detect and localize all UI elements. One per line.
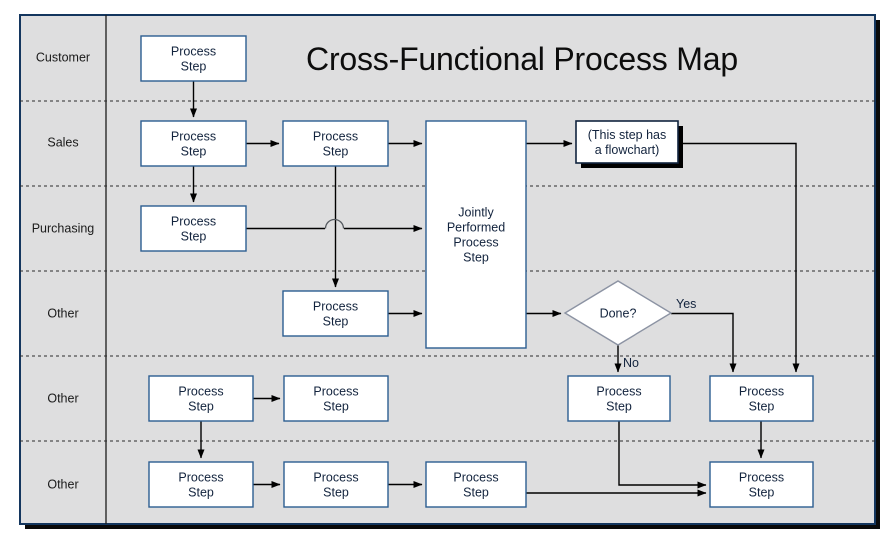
box-shape-n12[interactable] — [709, 375, 814, 422]
node-label-n16-line-0: Process — [739, 471, 784, 485]
node-label-n3-line-0: Process — [313, 130, 358, 144]
node-n15[interactable]: ProcessStep — [425, 461, 527, 508]
node-label-n12-line-0: Process — [739, 385, 784, 399]
node-label-n7-line-0: (This step has — [588, 128, 667, 142]
lane-label-lane-purchasing: Purchasing — [32, 221, 95, 235]
node-n14[interactable]: ProcessStep — [283, 461, 389, 508]
box-shape-n11[interactable] — [567, 375, 671, 422]
box-shape-n5[interactable] — [282, 290, 389, 337]
node-label-n6-line-2: Process — [453, 236, 498, 250]
box-shape-n10[interactable] — [283, 375, 389, 422]
node-n16[interactable]: ProcessStep — [709, 461, 814, 508]
node-n12[interactable]: ProcessStep — [709, 375, 814, 422]
node-label-n9-line-1: Step — [188, 400, 214, 414]
node-label-n3-line-1: Step — [323, 145, 349, 159]
process-map-canvas: Customer Sales Purchasing Other Other Other C… — [0, 0, 896, 540]
node-label-n6-line-0: Jointly — [458, 206, 494, 220]
node-label-n6-line-3: Step — [463, 251, 489, 265]
node-n6[interactable]: JointlyPerformedProcessStep — [425, 120, 527, 349]
lane-label-lane-sales: Sales — [47, 135, 78, 149]
node-label-n1-line-1: Step — [181, 60, 207, 74]
node-n9[interactable]: ProcessStep — [148, 375, 254, 422]
box-shape-n2[interactable] — [140, 120, 247, 167]
node-label-n15-line-1: Step — [463, 486, 489, 500]
node-label-n14-line-0: Process — [313, 471, 358, 485]
box-shape-n14[interactable] — [283, 461, 389, 508]
node-label-n5-line-0: Process — [313, 300, 358, 314]
box-shape-n9[interactable] — [148, 375, 254, 422]
node-label-n15-line-0: Process — [453, 471, 498, 485]
node-label-n6-line-1: Performed — [447, 221, 505, 235]
node-label-n9-line-0: Process — [178, 385, 223, 399]
node-label-n4-line-1: Step — [181, 230, 207, 244]
node-n13[interactable]: ProcessStep — [148, 461, 254, 508]
node-label-n16-line-1: Step — [749, 486, 775, 500]
box-shape-n16[interactable] — [709, 461, 814, 508]
node-label-n5-line-1: Step — [323, 315, 349, 329]
node-label-n2-line-0: Process — [171, 130, 216, 144]
node-label-n8-line-0: Done? — [600, 307, 637, 321]
edge-no: No — [623, 356, 639, 370]
node-n3[interactable]: ProcessStep — [282, 120, 389, 167]
node-label-n1-line-0: Process — [171, 45, 216, 59]
node-n2[interactable]: ProcessStep — [140, 120, 247, 167]
lane-label-lane-other-3: Other — [47, 477, 78, 491]
node-n7[interactable]: (This step hasa flowchart) — [575, 120, 683, 168]
node-label-n7-line-1: a flowchart) — [595, 143, 660, 157]
node-n10[interactable]: ProcessStep — [283, 375, 389, 422]
node-n1[interactable]: ProcessStep — [140, 35, 247, 82]
lane-label-lane-other-2: Other — [47, 391, 78, 405]
node-n5[interactable]: ProcessStep — [282, 290, 389, 337]
box-shape-n13[interactable] — [148, 461, 254, 508]
node-label-n10-line-1: Step — [323, 400, 349, 414]
node-label-n11-line-0: Process — [596, 385, 641, 399]
swimlane-diagram-svg: Customer Sales Purchasing Other Other Other C… — [19, 14, 880, 529]
box-shape-n6[interactable] — [425, 120, 527, 349]
edge-yes: Yes — [676, 297, 696, 311]
box-shape-n15[interactable] — [425, 461, 527, 508]
node-label-n11-line-1: Step — [606, 400, 632, 414]
node-label-n13-line-0: Process — [178, 471, 223, 485]
node-label-n14-line-1: Step — [323, 486, 349, 500]
node-label-n13-line-1: Step — [188, 486, 214, 500]
node-label-n10-line-0: Process — [313, 385, 358, 399]
lane-label-lane-other-1: Other — [47, 306, 78, 320]
node-n4[interactable]: ProcessStep — [140, 205, 247, 252]
node-n11[interactable]: ProcessStep — [567, 375, 671, 422]
node-label-n4-line-0: Process — [171, 215, 216, 229]
node-label-n2-line-1: Step — [181, 145, 207, 159]
box-shape-n1[interactable] — [140, 35, 247, 82]
box-shape-n4[interactable] — [140, 205, 247, 252]
page-title: Cross-Functional Process Map — [306, 41, 738, 77]
lane-label-lane-customer: Customer — [36, 50, 90, 64]
box-shape-n3[interactable] — [282, 120, 389, 167]
node-label-n12-line-1: Step — [749, 400, 775, 414]
